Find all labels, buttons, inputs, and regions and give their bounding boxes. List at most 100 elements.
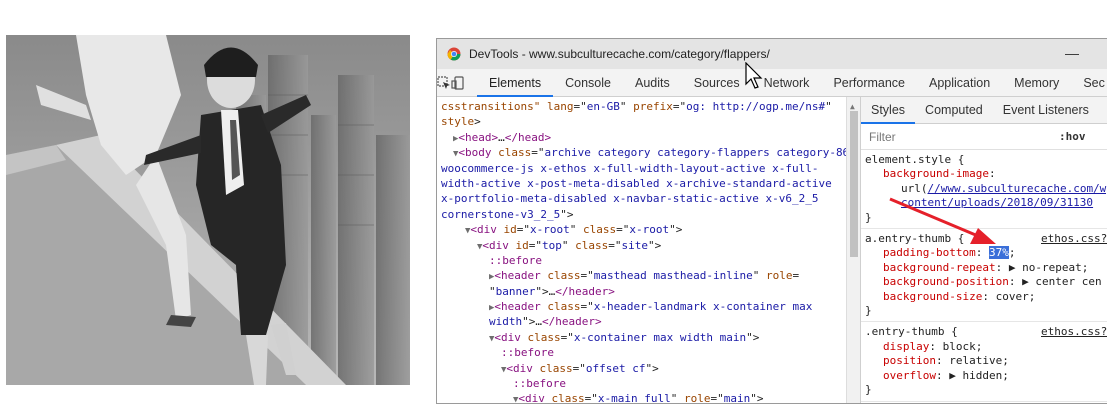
dom-node-line[interactable]: "banner">…</header> <box>437 284 860 299</box>
tab-audits[interactable]: Audits <box>623 69 682 96</box>
css-url-link[interactable]: //www.subculturecache.com/wp- <box>928 182 1107 195</box>
dom-token: =" <box>531 146 545 160</box>
dom-token: x-header-landmark x-container max <box>593 300 813 314</box>
dom-token: masthead masthead-inline <box>593 269 753 283</box>
subtab-styles[interactable]: Styles <box>861 97 916 124</box>
dom-token: <div <box>494 330 528 344</box>
dom-token: ::before <box>513 377 566 391</box>
dom-token: =" <box>608 238 622 252</box>
dom-token: x-main full <box>597 392 671 403</box>
subtab-event-listeners[interactable]: Event Listeners <box>993 97 1099 123</box>
dom-node-line[interactable]: ::before <box>437 253 860 268</box>
tab-memory[interactable]: Memory <box>1002 69 1071 96</box>
dom-node-line[interactable]: cornerstone-v3_2_5"> <box>437 207 860 222</box>
css-declaration[interactable]: background-image: <box>865 167 1107 181</box>
css-declaration[interactable]: overflow: ▶ hidden; <box>865 369 1107 383</box>
css-declaration[interactable]: display: block; <box>865 340 1107 354</box>
dom-node-line[interactable]: ▼<div class="offset cf"> <box>437 361 860 376</box>
dom-node-line[interactable]: ▼<div class="x-main full" role="main"> <box>437 391 860 403</box>
dom-node-line[interactable]: width">…</header> <box>437 314 860 329</box>
css-semicolon: ; <box>1008 246 1016 260</box>
devtools-window: DevTools - www.subculturecache.com/categ… <box>436 38 1107 404</box>
dom-token: " <box>752 269 766 283</box>
css-declaration[interactable]: content/uploads/2018/09/31130 <box>865 196 1107 210</box>
css-declaration[interactable]: background-position: ▶ center cen <box>865 275 1107 289</box>
dom-node-line[interactable]: style> <box>437 114 860 129</box>
dom-node-line[interactable]: csstransitions" lang="en-GB" prefix="og:… <box>437 99 860 114</box>
tab-application[interactable]: Application <box>917 69 1002 96</box>
dom-token: width-active x-post-meta-disabled x-arch… <box>441 176 832 190</box>
dom-token: </head> <box>504 130 552 144</box>
css-colon: : <box>975 246 989 260</box>
css-property-value: url( <box>901 181 928 195</box>
css-source-link[interactable]: ethos.css?ve <box>1041 325 1107 339</box>
elements-dom-tree[interactable]: csstransitions" lang="en-GB" prefix="og:… <box>437 97 860 403</box>
css-declaration[interactable]: padding-bottom: 37%; <box>865 246 1107 260</box>
selected-value-highlight[interactable]: 37% <box>988 246 1009 260</box>
dom-token: main <box>723 392 751 403</box>
dom-token: "> <box>669 223 683 237</box>
dom-token: id <box>503 223 517 237</box>
dom-node-line[interactable]: ▼<body class="archive category category-… <box>437 145 860 160</box>
css-declaration[interactable]: background-size: cover; <box>865 290 1107 304</box>
flappers-photo <box>6 35 410 385</box>
dom-token: ">… <box>535 284 556 298</box>
subtab-computed[interactable]: Computed <box>915 97 993 123</box>
dom-token: " <box>561 238 576 252</box>
dom-token: "> <box>648 238 662 252</box>
css-property-value: relative; <box>949 354 1009 368</box>
dom-token: top <box>542 238 562 252</box>
dom-tree-scrollbar[interactable]: ▲ <box>846 97 860 403</box>
dom-node-line[interactable]: width-active x-post-meta-disabled x-arch… <box>437 176 860 191</box>
dom-token: > <box>474 115 481 129</box>
css-colon: : <box>935 368 950 382</box>
dom-node-line[interactable]: ::before <box>437 345 860 360</box>
dom-node-line[interactable]: ▼<div id="x-root" class="x-root"> <box>437 222 860 237</box>
device-toolbar-icon[interactable] <box>451 69 465 96</box>
css-rule[interactable]: element.style {background-image: url(//w… <box>861 150 1107 230</box>
dom-node-line[interactable]: woocommerce-js x-ethos x-full-width-layo… <box>437 161 860 176</box>
css-url-link[interactable]: content/uploads/2018/09/31130 <box>901 196 1093 209</box>
dom-token: csstransitions" <box>441 100 547 113</box>
tab-elements[interactable]: Elements <box>477 69 554 97</box>
dom-token: id <box>515 238 529 252</box>
dom-token: <body <box>458 146 499 160</box>
css-source-link[interactable]: ethos.css?ve <box>1041 232 1107 246</box>
hov-toggle-button[interactable]: :hov <box>1059 130 1086 143</box>
dom-token: </header> <box>555 284 615 298</box>
dom-token: =" <box>573 100 587 113</box>
css-rule[interactable]: .entry-thumb {ethos.css?vedisplay: block… <box>861 322 1107 402</box>
dom-token: role <box>684 392 711 403</box>
dom-node-line[interactable]: ▶<header class="x-header-landmark x-cont… <box>437 299 860 314</box>
css-declaration[interactable]: background-repeat: ▶ no-repeat; <box>865 261 1107 275</box>
tab-sources[interactable]: Sources <box>682 69 752 96</box>
tab-security[interactable]: Sec <box>1071 69 1107 96</box>
dom-token: =" <box>710 392 724 403</box>
dom-token: class <box>547 269 581 283</box>
dom-node-line[interactable]: x-portfolio-meta-disabled x-navbar-stati… <box>437 191 860 206</box>
dom-node-line[interactable]: ▼<div id="top" class="site"> <box>437 238 860 253</box>
dom-token: " <box>489 284 496 298</box>
dom-token: class <box>527 330 561 344</box>
inspect-element-icon[interactable] <box>437 69 451 96</box>
dom-token: banner <box>495 284 536 298</box>
dom-node-line[interactable]: ::before <box>437 376 860 391</box>
css-declaration[interactable]: url(//www.subculturecache.com/wp- <box>865 182 1107 196</box>
css-declaration[interactable]: position: relative; <box>865 354 1107 368</box>
dom-token: x-container max width main <box>573 330 747 344</box>
dom-node-line[interactable]: ▼<div class="x-container max width main"… <box>437 330 860 345</box>
dom-token: <div <box>518 392 552 403</box>
dom-token: archive category category-flappers categ… <box>544 146 850 160</box>
css-rule[interactable]: a.entry-thumb {ethos.css?vepadding-botto… <box>861 229 1107 323</box>
dom-token: role <box>765 269 793 283</box>
tab-performance[interactable]: Performance <box>821 69 917 96</box>
tab-console[interactable]: Console <box>553 69 623 96</box>
dom-token: … <box>498 130 505 144</box>
styles-filter-input[interactable]: Filter <box>869 130 896 144</box>
dom-node-line[interactable]: ▶<header class="masthead masthead-inline… <box>437 268 860 283</box>
dom-token: <div <box>482 238 516 252</box>
styles-subtab-bar: Styles Computed Event Listeners <box>861 97 1107 124</box>
minimize-button[interactable]: — <box>1065 45 1079 61</box>
scroll-thumb[interactable] <box>850 111 858 257</box>
dom-node-line[interactable]: ▶<head>…</head> <box>437 130 860 145</box>
